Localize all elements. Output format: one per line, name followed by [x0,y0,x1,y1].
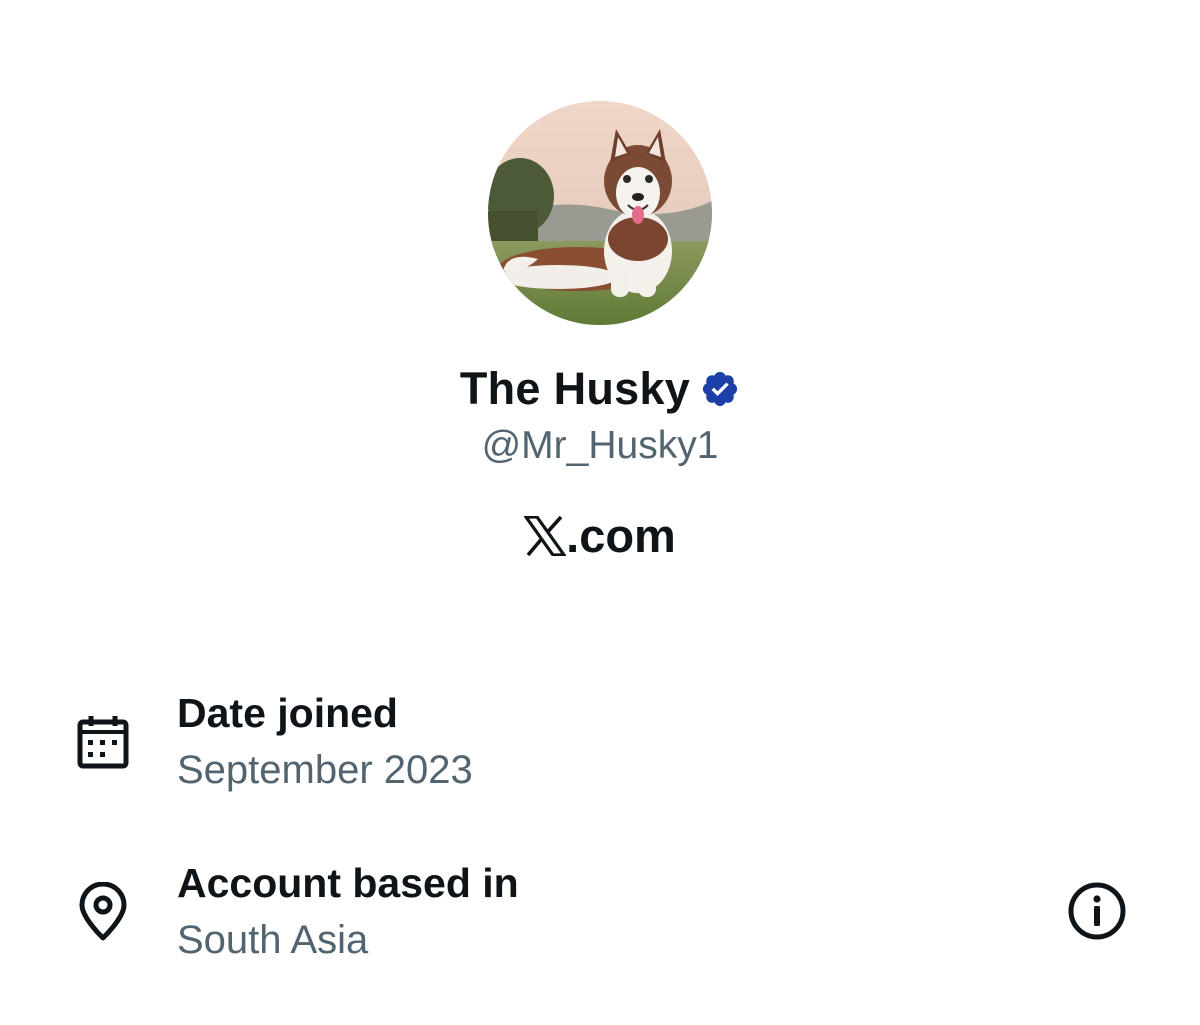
profile-name-row: The Husky [0,356,1200,422]
date-joined-row: Date joined September 2023 [0,690,1200,800]
husky-photo-avatar [488,101,712,325]
profile-handle: @Mr_Husky1 [481,424,719,467]
site-domain-text: .com [566,509,676,562]
avatar [488,101,712,325]
date-joined-value: September 2023 [177,748,473,792]
display-name: The Husky [459,363,691,414]
about-account-page: The Husky @Mr_Husky1 .com Date joined Se… [0,0,1200,1025]
calendar-icon [74,712,134,772]
x-logo-icon [523,514,568,557]
site-label: .com [0,508,1200,563]
location-pin-icon [74,881,134,942]
info-icon[interactable] [1066,880,1128,942]
account-based-in-value: South Asia [177,918,369,962]
date-joined-label: Date joined [177,690,398,736]
verified-badge-icon [700,369,740,409]
account-based-in-label: Account based in [177,860,519,906]
account-location-row: Account based in South Asia [0,860,1200,970]
